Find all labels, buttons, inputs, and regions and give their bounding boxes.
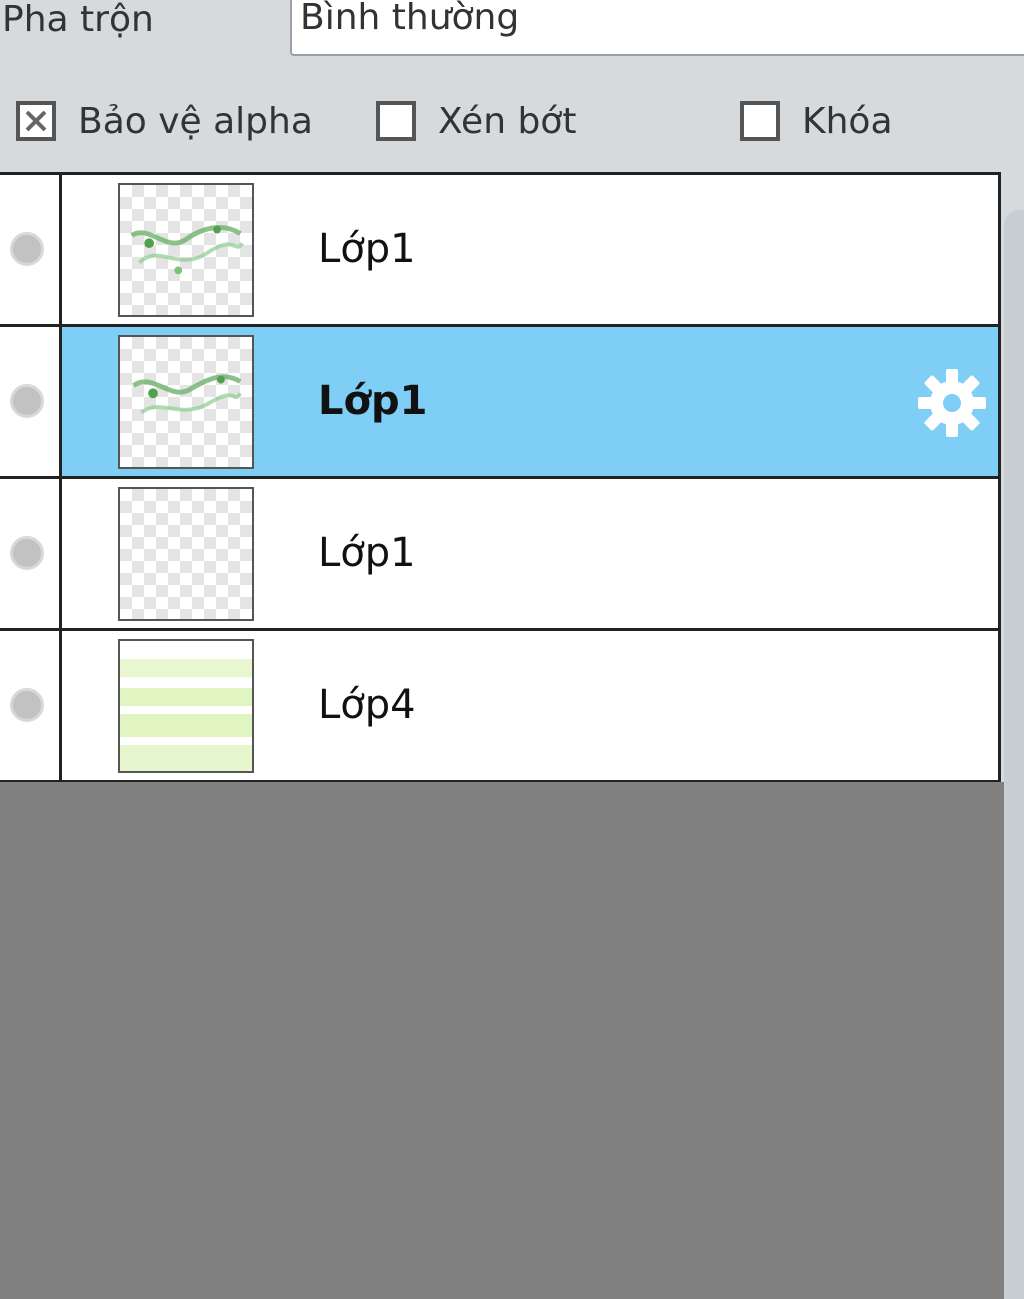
lock-option[interactable]: Khóa xyxy=(740,96,893,146)
scrollbar[interactable] xyxy=(1004,210,1024,1299)
visibility-dot-icon xyxy=(10,688,44,722)
layer-name: Lớp1 xyxy=(318,226,416,272)
lock-checkbox[interactable] xyxy=(740,101,780,141)
visibility-toggle[interactable] xyxy=(0,327,62,476)
gear-icon[interactable] xyxy=(916,367,988,439)
layer-row[interactable]: Lớp1 xyxy=(0,479,998,631)
blend-mode-row: Pha trộn Bình thường xyxy=(0,0,1024,70)
layer-thumbnail-art xyxy=(130,225,244,275)
protect-alpha-option[interactable]: Bảo vệ alpha xyxy=(16,96,313,146)
layer-name: Lớp4 xyxy=(318,682,416,728)
layer-list: Lớp1 Lớp1 Lớp1 Lớp4 xyxy=(0,172,1001,783)
layer-options-row: Bảo vệ alpha Xén bớt Khóa xyxy=(0,88,1024,158)
visibility-dot-icon xyxy=(10,232,44,266)
visibility-toggle[interactable] xyxy=(0,631,62,780)
x-mark-icon xyxy=(25,110,47,132)
layer-thumbnail-art xyxy=(132,374,242,415)
clipping-checkbox[interactable] xyxy=(376,101,416,141)
layer-name: Lớp1 xyxy=(318,530,416,576)
layer-thumbnail xyxy=(118,487,254,621)
clipping-option[interactable]: Xén bớt xyxy=(376,96,576,146)
visibility-toggle[interactable] xyxy=(0,479,62,628)
layer-thumbnail xyxy=(118,639,254,773)
layer-row[interactable]: Lớp4 xyxy=(0,631,998,783)
protect-alpha-checkbox[interactable] xyxy=(16,101,56,141)
layer-thumbnail xyxy=(118,335,254,469)
layer-row-selected[interactable]: Lớp1 xyxy=(0,327,998,479)
visibility-toggle[interactable] xyxy=(0,175,62,324)
clipping-label: Xén bớt xyxy=(438,100,577,142)
layer-name: Lớp1 xyxy=(318,378,428,424)
visibility-dot-icon xyxy=(10,536,44,570)
lock-label: Khóa xyxy=(802,100,893,142)
protect-alpha-label: Bảo vệ alpha xyxy=(78,100,313,142)
layer-thumbnail xyxy=(118,183,254,317)
visibility-dot-icon xyxy=(10,384,44,418)
blend-mode-value: Bình thường xyxy=(300,0,520,38)
blend-mode-label: Pha trộn xyxy=(2,0,154,40)
blend-mode-select[interactable]: Bình thường xyxy=(290,0,1024,56)
layer-list-empty-area xyxy=(0,782,1004,1299)
layer-row[interactable]: Lớp1 xyxy=(0,175,998,327)
